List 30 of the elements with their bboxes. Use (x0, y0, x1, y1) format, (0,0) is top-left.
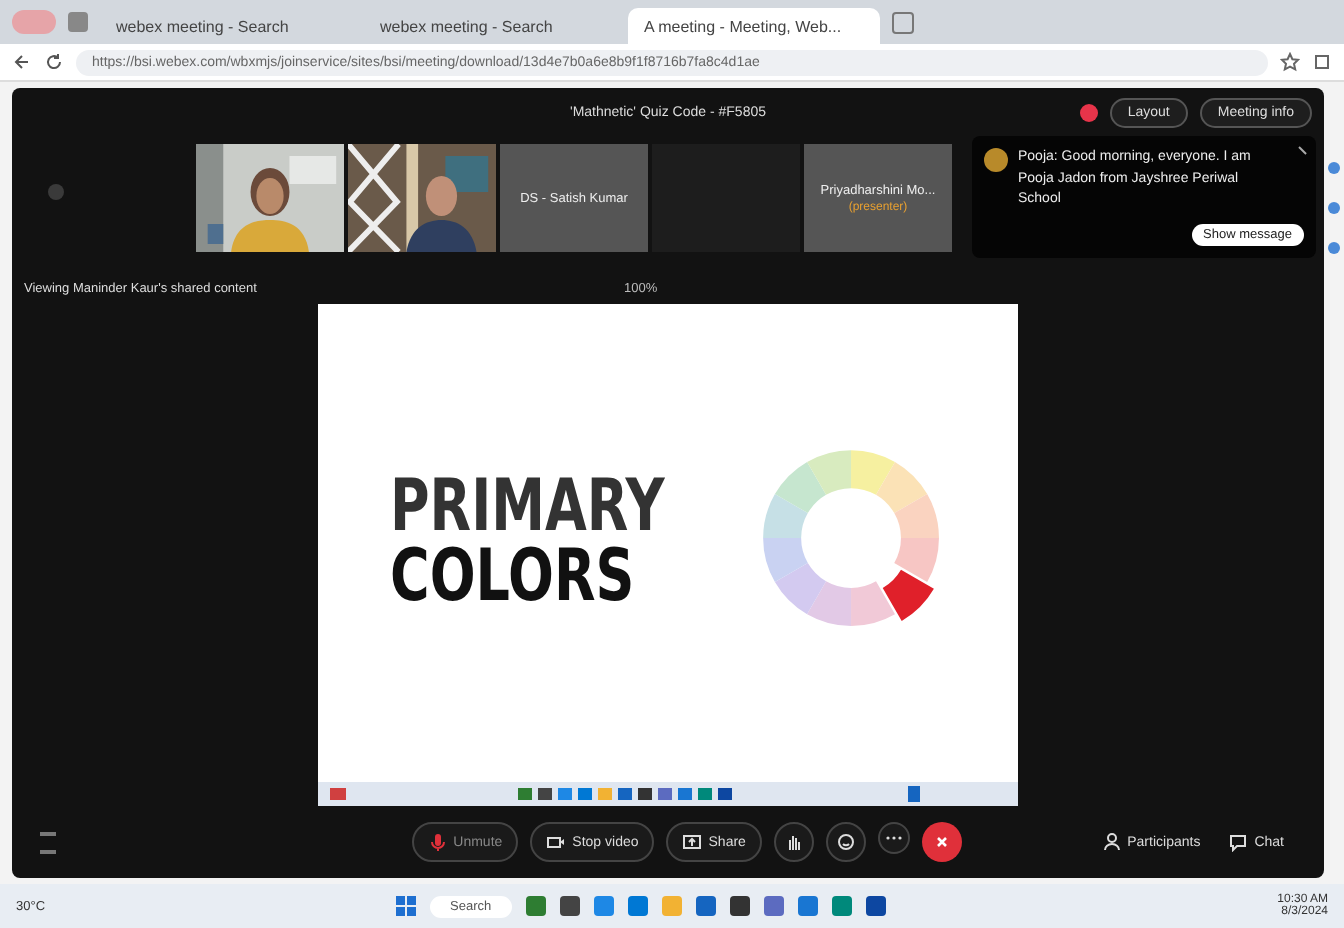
person-icon (1101, 832, 1122, 852)
new-tab-icon[interactable] (892, 11, 914, 33)
avatar-icon (984, 148, 1008, 172)
app-icon[interactable] (695, 896, 716, 916)
app-icon[interactable] (865, 896, 886, 916)
browser-tab[interactable]: webex meeting - Search (100, 8, 352, 44)
share-icon (682, 832, 703, 852)
strip-handle-icon[interactable] (48, 184, 64, 200)
more-button[interactable] (877, 822, 910, 854)
sidebar-icon[interactable] (1328, 202, 1340, 214)
app-icon[interactable] (559, 896, 580, 916)
browser-tab[interactable]: webex meeting - Search (364, 8, 616, 44)
sidebar-icon[interactable] (1328, 242, 1340, 254)
refresh-icon[interactable] (44, 52, 64, 72)
start-icon[interactable] (396, 896, 416, 916)
slide-title: PRIMARY (390, 474, 665, 543)
star-icon[interactable] (1280, 52, 1300, 72)
browser-tab[interactable]: A meeting - Meeting, Web... (628, 8, 880, 44)
smiley-icon (835, 832, 856, 852)
menu-icon[interactable] (40, 831, 56, 853)
reactions-button[interactable] (825, 822, 866, 862)
app-icon[interactable] (729, 896, 750, 916)
extensions-icon[interactable] (1312, 52, 1332, 72)
leave-button[interactable] (921, 822, 962, 862)
chat-icon (1228, 832, 1249, 852)
back-icon[interactable] (12, 52, 32, 72)
raise-hand-button[interactable] (773, 822, 814, 862)
camera-icon (546, 832, 567, 852)
slide-title: COLORS (390, 543, 635, 612)
sidebar-icon[interactable] (1328, 162, 1340, 174)
